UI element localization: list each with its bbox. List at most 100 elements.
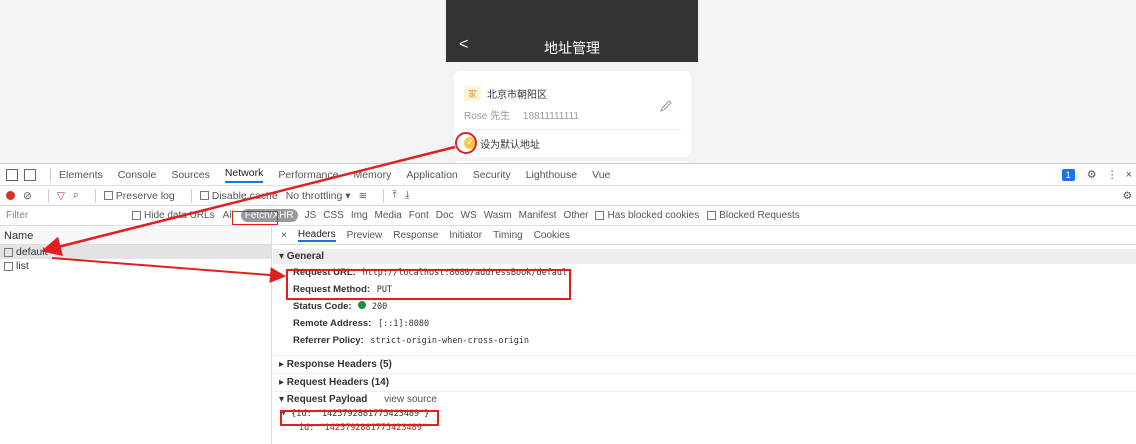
inspect-icon[interactable] xyxy=(6,168,18,181)
device-toggle-icon[interactable] xyxy=(24,168,36,181)
search-icon[interactable]: ⌕ xyxy=(73,189,79,202)
request-url-row: Request URL: http://localhost:8080/addre… xyxy=(273,264,1136,281)
tab-preview[interactable]: Preview xyxy=(347,230,383,241)
status-ok-icon xyxy=(358,301,367,309)
address-tag: 家 xyxy=(464,86,482,101)
mobile-app-frame: < 地址管理 家 北京市朝阳区 Rose 先生 18811111111 ✓ 设为… xyxy=(446,0,698,163)
download-icon[interactable]: ⤓ xyxy=(405,189,410,202)
divider xyxy=(47,188,49,203)
devtools-tabbar: Elements Console Sources Network Perform… xyxy=(0,164,1136,186)
network-settings-icon[interactable]: ⚙ xyxy=(1123,190,1132,202)
filter-js[interactable]: JS xyxy=(305,210,317,221)
status-code-label: Status Code: xyxy=(293,301,352,312)
upload-icon[interactable]: ⤒ xyxy=(392,189,397,202)
request-method-label: Request Method: xyxy=(293,284,371,295)
divider xyxy=(94,188,96,203)
filter-wasm[interactable]: Wasm xyxy=(484,210,512,221)
page-title: 地址管理 xyxy=(544,40,600,56)
address-contact: Rose 先生 18811111111 xyxy=(464,107,579,122)
preserve-log-label: Preserve log xyxy=(115,189,175,202)
general-section-header[interactable]: ▾ General xyxy=(273,249,1136,264)
record-icon[interactable] xyxy=(6,191,15,200)
status-code-row: Status Code: 200 xyxy=(273,298,1136,315)
settings-gear-icon[interactable]: ⚙ xyxy=(1087,168,1097,181)
divider xyxy=(383,188,385,203)
filter-ws[interactable]: WS xyxy=(461,210,477,221)
request-list: Name default list xyxy=(0,227,272,444)
throttling-value: No throttling xyxy=(285,189,343,202)
filter-media[interactable]: Media xyxy=(375,210,402,221)
filter-input[interactable]: Filter xyxy=(6,210,132,221)
tab-application[interactable]: Application xyxy=(406,169,457,181)
payload-value: "1425792881775423489" xyxy=(319,423,427,433)
blocked-requests-checkbox[interactable]: Blocked Requests xyxy=(707,210,800,221)
issues-badge[interactable]: 1 xyxy=(1061,168,1075,181)
request-name: list xyxy=(16,260,29,272)
request-method-row: Request Method: PUT xyxy=(273,281,1136,298)
filter-font[interactable]: Font xyxy=(409,210,429,221)
set-default-label: 设为默认地址 xyxy=(480,139,540,151)
address-card[interactable]: 家 北京市朝阳区 Rose 先生 18811111111 ✓ 设为默认地址 xyxy=(454,71,691,157)
payload-object[interactable]: ▾ {id: "1425792881775423489"} xyxy=(273,407,1136,421)
remote-address-row: Remote Address: [::1]:8080 xyxy=(273,315,1136,332)
clear-icon[interactable]: ⊘ xyxy=(23,190,32,202)
preserve-log-checkbox[interactable]: Preserve log xyxy=(103,189,175,202)
filter-all[interactable]: All xyxy=(223,210,234,221)
tab-cookies[interactable]: Cookies xyxy=(534,230,570,241)
request-url-value: http://localhost:8080/addressBook/defaul… xyxy=(362,268,573,278)
name-column-header[interactable]: Name xyxy=(0,227,271,245)
network-toolbar: ⊘ ▽ ⌕ Preserve log Disable cache No thro… xyxy=(0,186,1136,206)
request-type-icon xyxy=(4,247,13,257)
wifi-icon[interactable]: ≋ xyxy=(359,190,368,202)
request-row-default[interactable]: default xyxy=(0,245,271,259)
referrer-policy-value: strict-origin-when-cross-origin xyxy=(370,336,530,346)
tab-lighthouse[interactable]: Lighthouse xyxy=(526,169,577,181)
filter-doc[interactable]: Doc xyxy=(436,210,454,221)
tab-performance[interactable]: Performance xyxy=(278,169,338,181)
address-location: 北京市朝阳区 xyxy=(487,90,547,101)
close-detail-button[interactable]: × xyxy=(281,230,287,241)
devtools-right-controls: 1 ⚙ ⋮ × xyxy=(1061,168,1132,181)
filter-manifest[interactable]: Manifest xyxy=(519,210,557,221)
edit-icon[interactable] xyxy=(659,99,673,113)
tab-memory[interactable]: Memory xyxy=(353,169,391,181)
filter-css[interactable]: CSS xyxy=(323,210,344,221)
tab-security[interactable]: Security xyxy=(473,169,511,181)
tab-console[interactable]: Console xyxy=(118,169,157,181)
referrer-policy-label: Referrer Policy: xyxy=(293,335,364,346)
request-headers-section[interactable]: ▸ Request Headers (14) xyxy=(273,373,1136,391)
tab-network[interactable]: Network xyxy=(224,167,264,183)
close-icon[interactable]: × xyxy=(1126,169,1132,181)
has-blocked-cookies-checkbox[interactable]: Has blocked cookies xyxy=(595,210,699,221)
filter-img[interactable]: Img xyxy=(351,210,368,221)
tab-timing[interactable]: Timing xyxy=(493,230,523,241)
throttling-select[interactable]: No throttling ▾ xyxy=(286,190,351,202)
request-row-list[interactable]: list xyxy=(0,259,271,273)
hide-data-urls-checkbox[interactable]: Hide data URLs xyxy=(132,210,215,221)
referrer-policy-row: Referrer Policy: strict-origin-when-cros… xyxy=(273,332,1136,349)
tab-headers[interactable]: Headers xyxy=(297,229,336,242)
request-name: default xyxy=(16,246,48,258)
view-source-link[interactable]: view source xyxy=(384,394,437,405)
request-type-icon xyxy=(4,261,13,271)
card-divider xyxy=(464,129,681,130)
more-options-icon[interactable]: ⋮ xyxy=(1107,168,1118,181)
disable-cache-checkbox[interactable]: Disable cache xyxy=(199,190,278,202)
request-payload-title: ▾ Request Payload xyxy=(279,394,368,405)
tab-initiator[interactable]: Initiator xyxy=(449,230,482,241)
tab-sources[interactable]: Sources xyxy=(171,169,210,181)
filter-icon[interactable]: ▽ xyxy=(57,190,65,202)
tab-vue[interactable]: Vue xyxy=(592,169,610,181)
response-headers-section[interactable]: ▸ Response Headers (5) xyxy=(273,355,1136,373)
devtools-panel: Elements Console Sources Network Perform… xyxy=(0,163,1136,444)
request-url-label: Request URL: xyxy=(293,267,356,278)
payload-property: id: "1425792881775423489" xyxy=(273,421,1136,435)
request-payload-section[interactable]: ▾ Request Payload view source xyxy=(273,391,1136,407)
filter-fetch-xhr[interactable]: Fetch/XHR xyxy=(240,209,298,222)
filter-other[interactable]: Other xyxy=(563,210,588,221)
payload-key: id: xyxy=(299,423,320,433)
tab-elements[interactable]: Elements xyxy=(59,169,103,181)
filter-bar: Filter Hide data URLs All Fetch/XHR JS C… xyxy=(0,206,1136,226)
contact-name: Rose 先生 xyxy=(464,111,511,122)
tab-response[interactable]: Response xyxy=(393,230,438,241)
